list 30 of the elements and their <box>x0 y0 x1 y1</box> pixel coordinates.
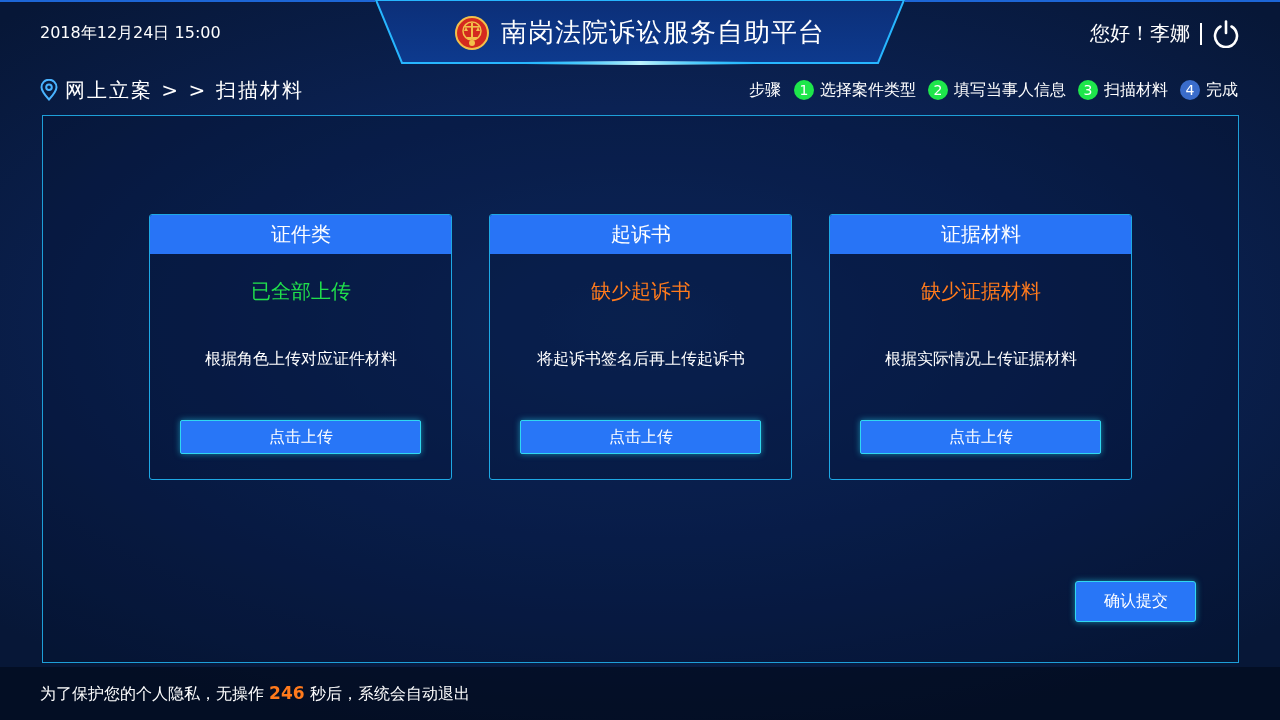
step-number: 1 <box>794 80 814 100</box>
app-title: 南岗法院诉讼服务自助平台 <box>501 16 825 49</box>
upload-status: 缺少证据材料 <box>920 279 1041 303</box>
submit-button[interactable]: 确认提交 <box>1075 581 1196 622</box>
upload-button[interactable]: 点击上传 <box>520 420 761 454</box>
steps-label: 步骤 <box>749 79 781 101</box>
step-number: 3 <box>1078 80 1098 100</box>
date-time: 2018年12月24日 15:00 <box>40 23 221 44</box>
user-greeting: 您好！李娜 <box>1090 20 1190 47</box>
step-label: 选择案件类型 <box>820 79 916 101</box>
privacy-notice: 为了保护您的个人隐私，无操作 246 秒后，系统会自动退出 <box>40 682 470 705</box>
card-title: 证据材料 <box>940 221 1021 248</box>
card-title: 证件类 <box>270 221 331 248</box>
step-label: 扫描材料 <box>1104 79 1168 101</box>
upload-status: 已全部上传 <box>250 279 351 303</box>
card-description: 根据实际情况上传证据材料 <box>884 349 1077 369</box>
breadcrumb: 网上立案 > > 扫描材料 <box>65 76 304 104</box>
upload-button[interactable]: 点击上传 <box>180 420 421 454</box>
card-description: 根据角色上传对应证件材料 <box>204 349 397 369</box>
card-title: 起诉书 <box>610 221 671 248</box>
step-number: 4 <box>1180 80 1200 100</box>
power-icon[interactable] <box>1212 19 1240 48</box>
step-number: 2 <box>928 80 948 100</box>
upload-button[interactable]: 点击上传 <box>860 420 1101 454</box>
emblem-icon <box>455 14 489 51</box>
step-label: 填写当事人信息 <box>954 79 1066 101</box>
location-pin-icon <box>40 79 58 101</box>
card-description: 将起诉书签名后再上传起诉书 <box>536 349 745 369</box>
upload-status: 缺少起诉书 <box>590 279 691 303</box>
step-label: 完成 <box>1206 79 1238 101</box>
